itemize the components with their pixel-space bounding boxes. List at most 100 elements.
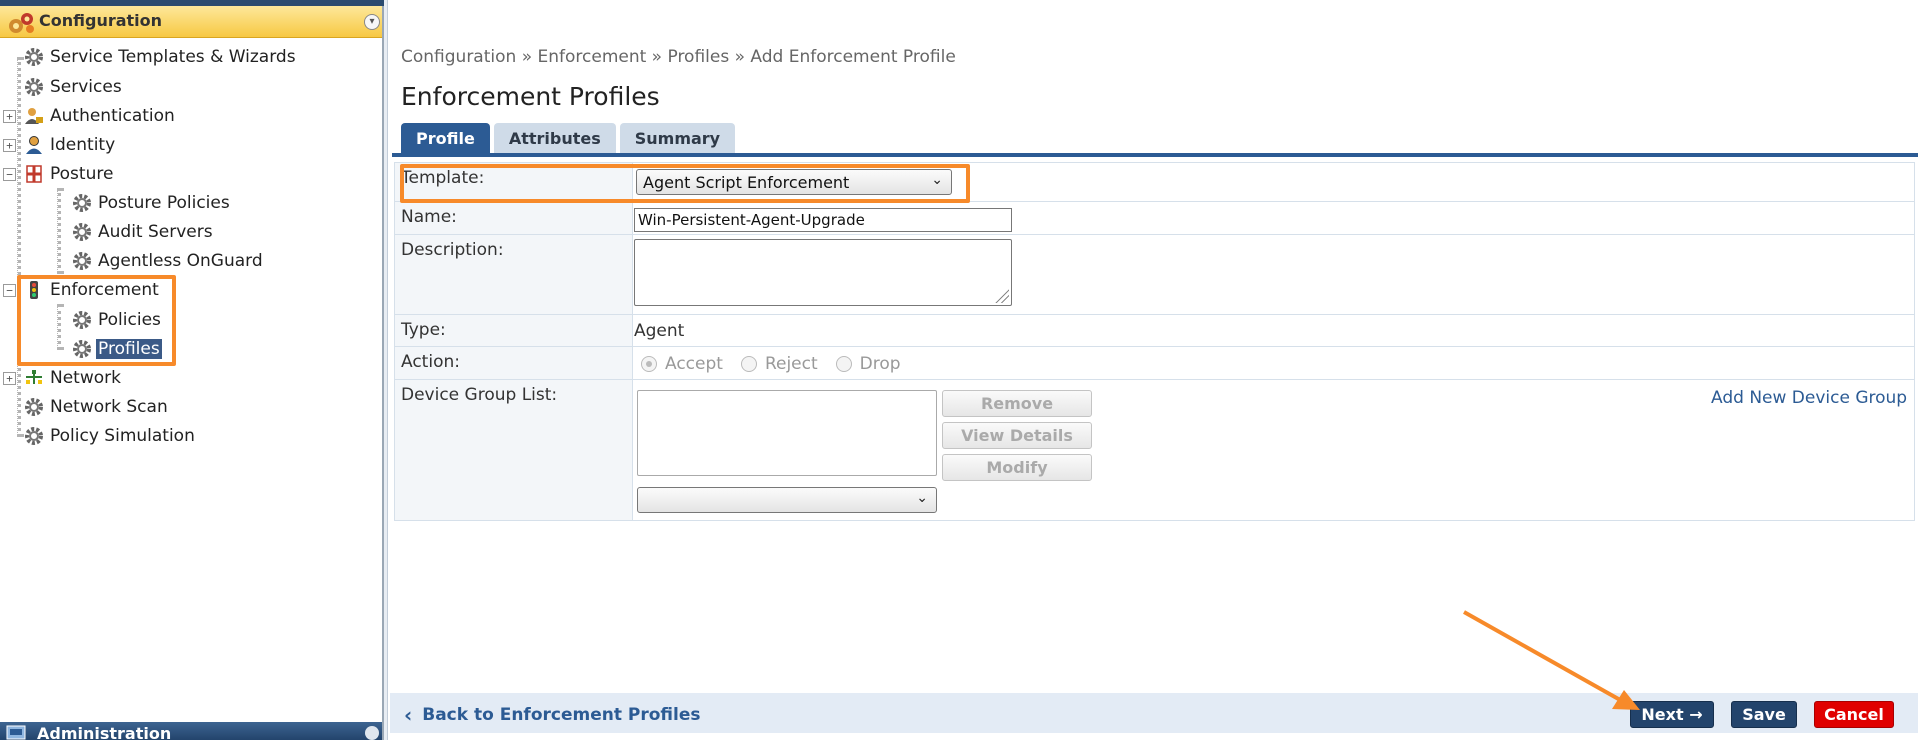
back-link-label: Back to Enforcement Profiles: [422, 705, 701, 725]
action-label: Action:: [395, 347, 633, 379]
gear-icon: [25, 398, 43, 416]
remove-button[interactable]: Remove: [942, 390, 1092, 417]
gear-icon: [25, 48, 43, 66]
administration-icon: [6, 725, 26, 740]
sidebar-item-label: Network: [50, 368, 121, 388]
resize-grip-icon[interactable]: [995, 289, 1009, 303]
app-root: Configuration ▾ Service Templates & Wiza…: [0, 0, 1918, 740]
action-radio-group: Accept Reject Drop: [641, 354, 919, 374]
device-group-select[interactable]: ⌄: [637, 487, 937, 513]
description-label: Description:: [395, 235, 633, 314]
user-icon: [26, 136, 42, 154]
sidebar-admin-title: Administration: [37, 724, 172, 740]
sidebar-item-agentless-onguard[interactable]: Agentless OnGuard: [72, 249, 265, 273]
device-group-value-cell: Remove View Details Modify ⌄ Add New Dev…: [634, 380, 1914, 520]
sidebar-admin-header[interactable]: Administration: [0, 722, 382, 740]
user-lock-icon: [25, 108, 43, 124]
name-value-cell: Win-Persistent-Agent-Upgrade: [634, 202, 1914, 234]
description-value-cell: [634, 235, 1914, 314]
back-link[interactable]: ‹ Back to Enforcement Profiles: [404, 703, 700, 727]
breadcrumb[interactable]: Configuration » Enforcement » Profiles »…: [401, 47, 956, 67]
sidebar: Configuration ▾ Service Templates & Wiza…: [0, 0, 384, 740]
expand-icon[interactable]: [365, 726, 379, 740]
sidebar-item-label: Policy Simulation: [50, 426, 195, 446]
sidebar-item-services[interactable]: Services: [24, 75, 124, 99]
tab-profile[interactable]: Profile: [401, 123, 490, 154]
expand-icon[interactable]: +: [3, 372, 16, 385]
action-option-label: Accept: [665, 354, 723, 374]
gear-icon: [73, 223, 91, 241]
form-row-name: Name: Win-Persistent-Agent-Upgrade: [395, 202, 1914, 235]
gear-icon: [25, 427, 43, 445]
sidebar-item-label: Posture Policies: [98, 193, 230, 213]
sidebar-item-audit-servers[interactable]: Audit Servers: [72, 220, 215, 244]
view-details-button[interactable]: View Details: [942, 422, 1092, 449]
chevron-down-icon: ⌄: [916, 490, 928, 506]
sidebar-item-label: Network Scan: [50, 397, 168, 417]
sidebar-item-network[interactable]: Network: [24, 366, 123, 390]
add-new-device-group-link[interactable]: Add New Device Group: [1711, 388, 1907, 408]
modify-button[interactable]: Modify: [942, 454, 1092, 481]
sidebar-header-title: Configuration: [39, 11, 163, 30]
tab-attributes[interactable]: Attributes: [493, 123, 616, 154]
device-group-label: Device Group List:: [395, 380, 633, 520]
tree-line: [17, 57, 21, 437]
name-input[interactable]: Win-Persistent-Agent-Upgrade: [634, 208, 1012, 232]
sidebar-item-service-templates[interactable]: Service Templates & Wizards: [24, 45, 298, 69]
sidebar-item-network-scan[interactable]: Network Scan: [24, 395, 170, 419]
form-row-device-group: Device Group List: Remove View Details M…: [395, 380, 1914, 520]
action-option-label: Drop: [859, 354, 901, 374]
gear-icon: [73, 194, 91, 212]
sidebar-header[interactable]: Configuration ▾: [0, 6, 382, 38]
sidebar-item-label: Service Templates & Wizards: [50, 47, 296, 67]
sidebar-item-label: Authentication: [50, 106, 175, 126]
collapse-icon[interactable]: −: [3, 168, 16, 181]
type-value: Agent: [634, 321, 685, 341]
next-button[interactable]: Next →: [1630, 701, 1714, 728]
network-icon: [26, 370, 42, 384]
configuration-gears-icon: [9, 13, 34, 33]
main-content: Configuration » Enforcement » Profiles »…: [388, 0, 1918, 740]
form-row-action: Action: Accept Reject Drop: [395, 347, 1914, 380]
sidebar-item-identity[interactable]: Identity: [24, 133, 117, 157]
type-label: Type:: [395, 315, 633, 346]
chevron-left-icon: ‹: [404, 703, 413, 727]
form-footer: ‹ Back to Enforcement Profiles Next → Sa…: [390, 693, 1918, 733]
save-button[interactable]: Save: [1731, 701, 1797, 728]
action-radio-drop[interactable]: [835, 356, 852, 372]
sidebar-item-label: Services: [50, 77, 122, 97]
name-label: Name:: [395, 202, 633, 234]
sidebar-item-label: Agentless OnGuard: [98, 251, 263, 271]
enforcement-highlight-box: [17, 275, 176, 366]
template-highlight-box: [400, 164, 970, 203]
cross-shield-icon: [26, 165, 42, 183]
action-radio-reject[interactable]: [740, 356, 757, 372]
sidebar-item-label: Audit Servers: [98, 222, 213, 242]
type-value-cell: Agent: [634, 315, 1914, 346]
action-radio-accept[interactable]: [641, 356, 657, 372]
tab-summary[interactable]: Summary: [619, 123, 736, 154]
collapse-icon[interactable]: ▾: [364, 14, 380, 30]
collapse-icon[interactable]: −: [3, 284, 16, 297]
action-value-cell: Accept Reject Drop: [634, 347, 1914, 379]
tab-bar: Profile Attributes Summary: [401, 123, 736, 154]
expand-icon[interactable]: +: [3, 110, 16, 123]
form-row-type: Type: Agent: [395, 315, 1914, 347]
form-row-description: Description:: [395, 235, 1914, 315]
action-option-label: Reject: [764, 354, 818, 374]
profile-form: Template: Agent Script Enforcement ⌄ Nam…: [394, 162, 1915, 521]
sidebar-item-posture[interactable]: Posture: [24, 162, 115, 186]
device-group-listbox[interactable]: [637, 390, 937, 476]
sidebar-item-authentication[interactable]: Authentication: [24, 104, 177, 128]
cancel-button[interactable]: Cancel: [1814, 701, 1894, 728]
description-textarea[interactable]: [634, 239, 1012, 306]
expand-icon[interactable]: +: [3, 139, 16, 152]
tab-underline: [392, 153, 1918, 157]
sidebar-item-policy-simulation[interactable]: Policy Simulation: [24, 424, 197, 448]
sidebar-item-label: Posture: [50, 164, 114, 184]
tree-line: [57, 188, 61, 274]
sidebar-item-label: Identity: [50, 135, 116, 155]
gear-icon: [25, 78, 43, 96]
page-title: Enforcement Profiles: [401, 82, 660, 111]
sidebar-item-posture-policies[interactable]: Posture Policies: [72, 191, 232, 215]
